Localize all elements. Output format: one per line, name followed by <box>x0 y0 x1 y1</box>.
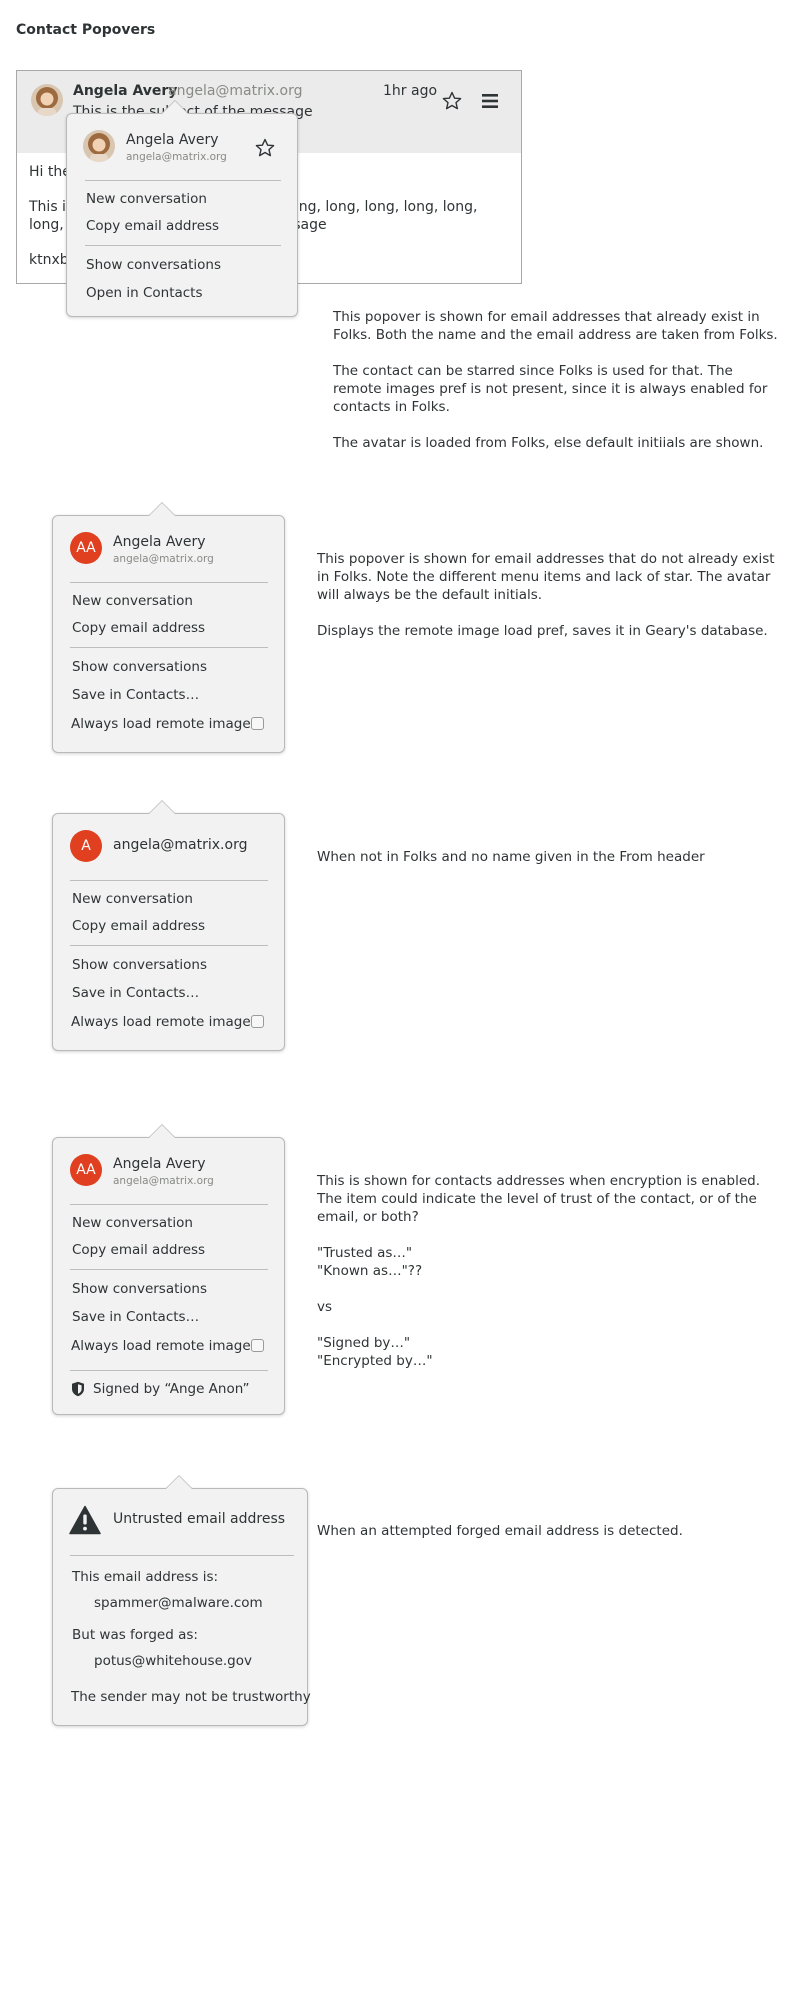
description-folks: This popover is shown for email addresse… <box>333 308 781 470</box>
contact-name: Angela Avery <box>113 1156 206 1172</box>
show-conversations-item[interactable]: Show conversations <box>72 957 207 973</box>
new-conversation-item[interactable]: New conversation <box>72 593 193 609</box>
new-conversation-item[interactable]: New conversation <box>72 891 193 907</box>
load-remote-images-label: Always load remote images <box>71 1338 258 1354</box>
separator <box>85 180 281 181</box>
description-text: When not in Folks and no name given in t… <box>317 849 705 865</box>
contact-avatar-initials: AA <box>70 532 102 564</box>
description-text: The avatar is loaded from Folks, else de… <box>333 435 764 451</box>
popover-arrow <box>149 801 175 814</box>
contact-email: angela@matrix.org <box>113 553 214 565</box>
copy-email-item[interactable]: Copy email address <box>72 1242 205 1258</box>
copy-email-item[interactable]: Copy email address <box>72 620 205 636</box>
save-in-contacts-item[interactable]: Save in Contacts… <box>72 687 199 703</box>
forged-address: potus@whitehouse.gov <box>94 1653 252 1669</box>
contact-popover-non-folks: AA Angela Avery angela@matrix.org New co… <box>52 515 285 753</box>
description-text: vs <box>317 1299 333 1315</box>
page-title: Contact Popovers <box>16 22 156 38</box>
contact-email: angela@matrix.org <box>126 151 227 163</box>
load-remote-images-label: Always load remote images <box>71 716 258 732</box>
separator <box>85 245 281 246</box>
description-text: The contact can be starred since Folks i… <box>333 363 768 415</box>
contact-popover-no-name: A angela@matrix.org New conversation Cop… <box>52 813 285 1051</box>
description-text: When an attempted forged email address i… <box>317 1523 683 1539</box>
sender-avatar[interactable] <box>31 84 63 116</box>
copy-email-item[interactable]: Copy email address <box>86 218 219 234</box>
save-in-contacts-item[interactable]: Save in Contacts… <box>72 1309 199 1325</box>
separator <box>70 647 268 648</box>
untrusted-title: Untrusted email address <box>113 1511 286 1527</box>
star-icon[interactable] <box>255 138 275 158</box>
separator <box>70 1204 268 1205</box>
load-remote-images-checkbox[interactable] <box>251 717 264 730</box>
load-remote-images-label: Always load remote images <box>71 1014 258 1030</box>
actual-address: spammer@malware.com <box>94 1595 263 1611</box>
contact-email: angela@matrix.org <box>113 837 248 853</box>
contact-avatar <box>83 130 115 162</box>
show-conversations-item[interactable]: Show conversations <box>72 1281 207 1297</box>
contact-name: Angela Avery <box>113 534 206 550</box>
description-encrypted: This is shown for contacts addresses whe… <box>317 1172 777 1370</box>
contact-popover-folks: Angela Avery angela@matrix.org New conve… <box>66 113 298 317</box>
separator <box>70 1555 294 1556</box>
description-text: "Trusted as…" <box>317 1245 413 1261</box>
new-conversation-item[interactable]: New conversation <box>86 191 207 207</box>
sender-name[interactable]: Angela Avery <box>73 83 177 99</box>
untrusted-note: The sender may not be trustworthy <box>71 1689 311 1705</box>
separator <box>70 1370 268 1371</box>
load-remote-images-checkbox[interactable] <box>251 1015 264 1028</box>
new-conversation-item[interactable]: New conversation <box>72 1215 193 1231</box>
description-forged: When an attempted forged email address i… <box>317 1522 777 1558</box>
load-remote-images-checkbox[interactable] <box>251 1339 264 1352</box>
description-text: "Signed by…" <box>317 1335 411 1351</box>
description-no-name: When not in Folks and no name given in t… <box>317 848 777 884</box>
separator <box>70 1269 268 1270</box>
description-non-folks: This popover is shown for email addresse… <box>317 550 777 658</box>
popover-arrow <box>149 503 175 516</box>
description-text: This is shown for contacts addresses whe… <box>317 1173 761 1225</box>
description-text: "Known as…"?? <box>317 1263 423 1279</box>
untrusted-address-popover: Untrusted email address This email addre… <box>52 1488 311 1726</box>
description-text: This popover is shown for email addresse… <box>317 551 775 603</box>
hamburger-menu-icon[interactable] <box>481 92 499 110</box>
show-conversations-item[interactable]: Show conversations <box>72 659 207 675</box>
shield-icon <box>71 1381 85 1397</box>
contact-avatar-initials: AA <box>70 1154 102 1186</box>
message-time: 1hr ago <box>383 83 438 99</box>
show-conversations-item[interactable]: Show conversations <box>86 257 221 273</box>
actual-address-label: This email address is: <box>72 1569 219 1585</box>
popover-arrow <box>162 101 188 114</box>
contact-avatar-initials: A <box>70 830 102 862</box>
copy-email-item[interactable]: Copy email address <box>72 918 205 934</box>
separator <box>70 582 268 583</box>
save-in-contacts-item[interactable]: Save in Contacts… <box>72 985 199 1001</box>
contact-popover-encrypted: AA Angela Avery angela@matrix.org New co… <box>52 1137 285 1415</box>
forged-address-label: But was forged as: <box>72 1627 198 1643</box>
description-text: Displays the remote image load pref, sav… <box>317 623 768 639</box>
contact-email: angela@matrix.org <box>113 1175 214 1187</box>
signed-by-item[interactable]: Signed by “Ange Anon” <box>93 1381 250 1397</box>
sender-email[interactable]: angela@matrix.org <box>168 83 302 99</box>
description-text: This popover is shown for email addresse… <box>333 309 778 343</box>
popover-arrow <box>149 1125 175 1138</box>
contact-name: Angela Avery <box>126 132 219 148</box>
warning-icon <box>69 1505 101 1535</box>
description-text: "Encrypted by…" <box>317 1353 433 1369</box>
open-in-contacts-item[interactable]: Open in Contacts <box>86 285 203 301</box>
separator <box>70 945 268 946</box>
star-icon[interactable] <box>442 91 462 111</box>
separator <box>70 880 268 881</box>
popover-arrow <box>166 1476 192 1489</box>
